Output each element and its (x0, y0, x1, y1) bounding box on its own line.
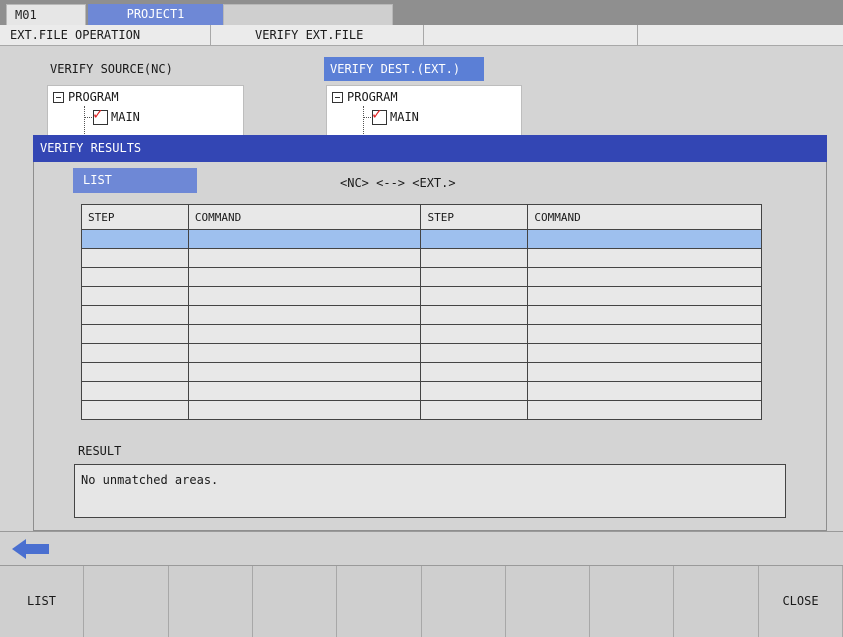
fkey-empty-button[interactable] (169, 566, 253, 637)
table-cell (420, 305, 529, 325)
tab-project1[interactable]: PROJECT1 (88, 4, 223, 25)
back-arrow-icon[interactable] (12, 537, 50, 561)
table-cell (527, 324, 762, 344)
fkey-empty-button[interactable] (422, 566, 506, 637)
verify-dest-label: VERIFY DEST.(EXT.) (324, 57, 484, 81)
table-cell (187, 248, 422, 268)
table-cell (420, 362, 529, 382)
list-tab[interactable]: LIST (73, 168, 197, 193)
table-cell (527, 248, 762, 268)
checkbox-checked-icon[interactable]: ✓ (372, 106, 387, 125)
table-cell (81, 286, 189, 306)
table-cell (81, 343, 189, 363)
table-row[interactable] (81, 381, 762, 401)
table-cell (187, 362, 422, 382)
table-cell (187, 267, 422, 287)
table-row[interactable] (81, 229, 762, 249)
dest-tree-item-main[interactable]: ✓ MAIN (372, 106, 419, 125)
compare-label: <NC> <--> <EXT.> (340, 176, 456, 190)
table-row[interactable] (81, 362, 762, 382)
table-cell (81, 381, 189, 401)
table-row[interactable] (81, 400, 762, 420)
column-header-step-nc: STEP (81, 204, 189, 230)
result-label: RESULT (78, 444, 122, 458)
table-cell (527, 305, 762, 325)
table-cell (187, 400, 422, 420)
table-cell (420, 248, 529, 268)
dest-tree-root[interactable]: PROGRAM (332, 90, 398, 104)
table-cell (420, 229, 529, 249)
table-cell (420, 381, 529, 401)
tree-connector (363, 117, 371, 118)
table-cell (187, 229, 422, 249)
dest-root-label: PROGRAM (347, 90, 398, 104)
table-cell (81, 229, 189, 249)
operation-cell-empty (424, 25, 638, 45)
fkey-empty-button[interactable] (590, 566, 674, 637)
table-cell (420, 286, 529, 306)
verify-results-table: STEP COMMAND STEP COMMAND (81, 204, 762, 420)
table-cell (81, 267, 189, 287)
table-cell (420, 343, 529, 363)
table-cell (527, 229, 762, 249)
column-header-command-ext: COMMAND (527, 204, 762, 230)
table-cell (420, 324, 529, 344)
table-cell (420, 400, 529, 420)
table-row[interactable] (81, 343, 762, 363)
checkbox-checked-icon[interactable]: ✓ (93, 106, 108, 125)
source-item-label: MAIN (111, 110, 140, 124)
table-cell (81, 248, 189, 268)
source-tree-root[interactable]: PROGRAM (53, 90, 119, 104)
navigation-bar (0, 531, 843, 565)
table-cell (527, 286, 762, 306)
table-cell (187, 286, 422, 306)
table-cell (527, 362, 762, 382)
source-root-label: PROGRAM (68, 90, 119, 104)
column-header-step-ext: STEP (420, 204, 529, 230)
source-tree-item-main[interactable]: ✓ MAIN (93, 106, 140, 125)
table-row[interactable] (81, 286, 762, 306)
table-cell (527, 267, 762, 287)
operation-cell-empty (638, 25, 843, 45)
table-cell (81, 400, 189, 420)
table-cell (527, 343, 762, 363)
table-cell (187, 343, 422, 363)
tree-connector (84, 117, 92, 118)
fkey-empty-button[interactable] (674, 566, 759, 637)
table-cell (527, 381, 762, 401)
table-cell (81, 362, 189, 382)
table-row[interactable] (81, 324, 762, 344)
operation-mode: VERIFY EXT.FILE (211, 25, 424, 45)
operation-title: EXT.FILE OPERATION (0, 25, 211, 45)
fkey-empty-button[interactable] (337, 566, 422, 637)
table-cell (187, 305, 422, 325)
collapse-icon[interactable] (332, 92, 343, 103)
dialog-title: VERIFY RESULTS (33, 135, 827, 162)
table-header-row: STEP COMMAND STEP COMMAND (81, 204, 762, 230)
column-header-command-nc: COMMAND (187, 204, 422, 230)
table-row[interactable] (81, 305, 762, 325)
tab-machine-m01[interactable]: M01 (6, 4, 86, 25)
table-cell (527, 400, 762, 420)
table-cell (81, 305, 189, 325)
table-cell (420, 267, 529, 287)
collapse-icon[interactable] (53, 92, 64, 103)
fkey-list-button[interactable]: LIST (0, 566, 84, 637)
table-cell (187, 381, 422, 401)
fkey-close-button[interactable]: CLOSE (759, 566, 843, 637)
dest-item-label: MAIN (390, 110, 419, 124)
table-row[interactable] (81, 267, 762, 287)
fkey-empty-button[interactable] (506, 566, 590, 637)
function-key-bar: LIST CLOSE (0, 565, 843, 637)
verify-source-label: VERIFY SOURCE(NC) (50, 62, 173, 76)
tab-empty (223, 4, 393, 25)
result-text: No unmatched areas. (74, 464, 786, 518)
fkey-empty-button[interactable] (253, 566, 337, 637)
table-cell (81, 324, 189, 344)
operation-bar: EXT.FILE OPERATION VERIFY EXT.FILE (0, 25, 843, 46)
table-row[interactable] (81, 248, 762, 268)
fkey-empty-button[interactable] (84, 566, 169, 637)
table-cell (187, 324, 422, 344)
